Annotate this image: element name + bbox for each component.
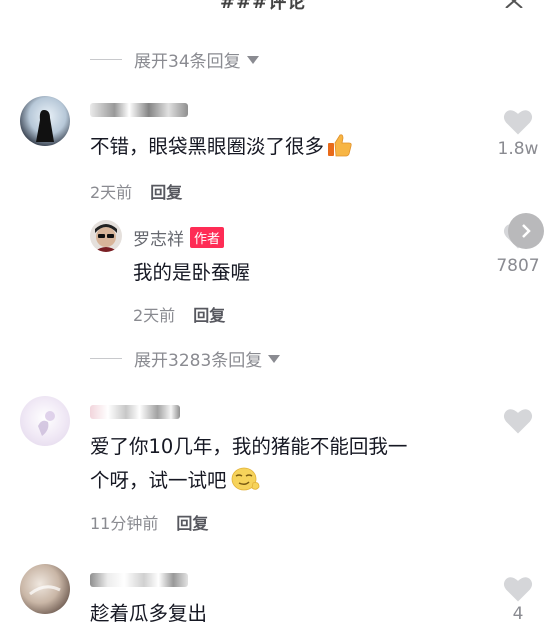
expand-replies-1[interactable]: 展开34条回复 — [90, 47, 259, 72]
chevron-down-icon — [246, 55, 259, 64]
comment-text-content: 不错，眼袋黑眼圈淡了很多 — [90, 135, 325, 158]
expand-label: 展开34条回复 — [134, 52, 241, 72]
author-face-icon — [94, 224, 118, 252]
heart-icon[interactable] — [503, 108, 533, 136]
comment-text: 爱了你10几年，我的猪能不能回我一 个呀，试一试吧 — [90, 430, 407, 498]
username-blurred[interactable] — [90, 573, 188, 587]
reply-button[interactable]: 回复 — [193, 302, 225, 326]
page-title: ###评论 — [220, 0, 307, 13]
heart-icon[interactable] — [503, 407, 533, 435]
smirk-emoji — [229, 465, 261, 493]
comment-text-content: 个呀，试一试吧 — [90, 469, 227, 492]
comment-text: 趁着瓜多复出 — [90, 602, 208, 624]
avatar[interactable] — [20, 96, 70, 146]
expand-label: 展开3283条回复 — [134, 351, 263, 371]
timestamp: 11分钟前 — [90, 514, 159, 533]
comment-text-line: 个呀，试一试吧 — [90, 464, 407, 498]
avatar-figure-icon — [36, 110, 54, 142]
like-count: 7807 — [496, 256, 540, 276]
divider — [90, 358, 122, 359]
avatar[interactable] — [20, 396, 70, 446]
close-icon[interactable] — [504, 0, 524, 8]
reply-button[interactable]: 回复 — [150, 179, 182, 203]
divider — [90, 59, 122, 60]
comment-meta: 11分钟前 回复 — [90, 510, 208, 534]
comment-text: 不错，眼袋黑眼圈淡了很多 — [90, 130, 352, 164]
next-button[interactable] — [508, 213, 544, 249]
timestamp: 2天前 — [133, 306, 176, 325]
like-count: 4 — [512, 604, 524, 624]
reply-author[interactable]: 罗志祥 作者 — [133, 225, 225, 250]
chevron-right-icon — [522, 224, 531, 238]
comment-text-line: 爱了你10几年，我的猪能不能回我一 — [90, 435, 408, 458]
chevron-down-icon — [268, 354, 281, 363]
avatar[interactable] — [20, 564, 70, 614]
username-blurred[interactable] — [90, 405, 180, 419]
thumbs-up-emoji — [326, 132, 352, 158]
comment-meta: 2天前 回复 — [90, 179, 182, 203]
like-count: 1.8w — [497, 139, 539, 159]
author-badge: 作者 — [190, 227, 225, 248]
reply-text: 我的是卧蚕喔 — [133, 261, 251, 284]
expand-replies-2[interactable]: 展开3283条回复 — [90, 346, 281, 371]
timestamp: 2天前 — [90, 183, 133, 202]
avatar-photo-icon — [29, 585, 61, 596]
reply-button[interactable]: 回复 — [176, 510, 208, 534]
username-blurred[interactable] — [90, 103, 188, 117]
reply-meta: 2天前 回复 — [133, 302, 225, 326]
heart-icon[interactable] — [503, 575, 533, 603]
avatar-illustration-icon — [38, 411, 55, 436]
author-avatar[interactable] — [90, 220, 122, 252]
reply-username[interactable]: 罗志祥 — [133, 225, 184, 250]
